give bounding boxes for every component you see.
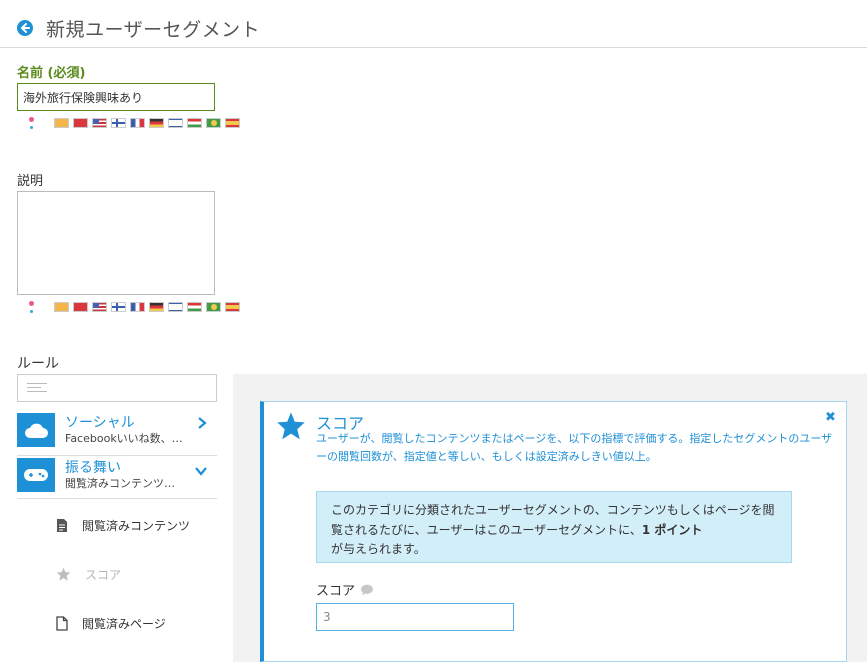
rules-label: ルール xyxy=(17,356,59,372)
document-icon xyxy=(57,518,67,532)
rule-category-social[interactable]: ソーシャル Facebookいいね数、… xyxy=(17,412,217,454)
star-icon xyxy=(56,567,71,581)
card-description: ユーザーが、閲覧したコンテンツまたはページを、以下の指標で評価する。指定したセグ… xyxy=(316,432,833,463)
category-title: ソーシャル xyxy=(65,415,135,431)
info-text: このカテゴリに分類されたユーザーセグメントの、コンテンツもしくはページを閲覧され… xyxy=(331,503,775,537)
info-box: このカテゴリに分類されたユーザーセグメントの、コンテンツもしくはページを閲覧され… xyxy=(316,491,792,563)
flag-us-icon[interactable] xyxy=(92,118,107,128)
flag-br-icon[interactable] xyxy=(206,118,221,128)
description-textarea[interactable] xyxy=(17,191,215,295)
category-title: 振る舞い xyxy=(65,460,121,476)
score-input[interactable] xyxy=(316,603,514,631)
rule-item-label: 閲覧済みページ xyxy=(82,616,166,631)
name-input[interactable] xyxy=(17,83,215,111)
flag-br-icon[interactable] xyxy=(206,302,221,312)
rule-item-score: スコア xyxy=(56,563,121,585)
back-arrow-icon[interactable] xyxy=(17,20,33,36)
info-points: 1 ポイント xyxy=(641,522,703,537)
flag-eu-icon[interactable] xyxy=(54,302,69,312)
flag-cn-icon[interactable] xyxy=(73,302,88,312)
language-jp-icon[interactable] xyxy=(24,116,38,130)
chevron-right-icon[interactable] xyxy=(197,414,207,433)
flag-fi-icon[interactable] xyxy=(111,118,126,128)
name-label: 名前 (必須) xyxy=(17,66,86,81)
flag-es-icon[interactable] xyxy=(225,118,240,128)
page-title: 新規ユーザーセグメント xyxy=(46,19,261,41)
cloud-icon xyxy=(17,413,55,447)
rule-category-behavior[interactable]: 振る舞い 閲覧済みコンテンツ… xyxy=(17,457,217,499)
category-list-divider xyxy=(17,498,217,499)
close-icon[interactable]: ✖ xyxy=(825,410,836,425)
language-jp-icon[interactable] xyxy=(24,300,38,314)
flag-il-icon[interactable] xyxy=(168,302,183,312)
rule-item-viewed-page[interactable]: 閲覧済みページ xyxy=(56,612,166,634)
rule-item-label: 閲覧済みコンテンツ xyxy=(82,518,191,533)
category-subtitle: 閲覧済みコンテンツ… xyxy=(65,477,175,490)
category-subtitle: Facebookいいね数、… xyxy=(65,432,183,445)
flag-hu-icon[interactable] xyxy=(187,118,202,128)
flag-fr-icon[interactable] xyxy=(130,302,145,312)
gamepad-icon xyxy=(17,458,55,492)
info-text-end: が与えられます。 xyxy=(331,542,426,556)
score-label: スコア xyxy=(316,584,356,599)
name-language-flags xyxy=(24,116,240,130)
rule-item-viewed-content[interactable]: 閲覧済みコンテンツ xyxy=(56,514,190,536)
flag-eu-icon[interactable] xyxy=(54,118,69,128)
header-divider xyxy=(0,47,867,48)
chevron-down-icon[interactable] xyxy=(195,461,207,480)
flag-de-icon[interactable] xyxy=(149,118,164,128)
flag-hu-icon[interactable] xyxy=(187,302,202,312)
flag-il-icon[interactable] xyxy=(168,118,183,128)
star-icon xyxy=(277,412,305,440)
flag-es-icon[interactable] xyxy=(225,302,240,312)
flag-fi-icon[interactable] xyxy=(111,302,126,312)
description-language-flags xyxy=(24,300,240,314)
flag-cn-icon[interactable] xyxy=(73,118,88,128)
flag-de-icon[interactable] xyxy=(149,302,164,312)
category-divider xyxy=(17,455,217,456)
rule-item-label: スコア xyxy=(85,567,122,582)
comment-icon[interactable] xyxy=(360,584,374,596)
flag-fr-icon[interactable] xyxy=(130,118,145,128)
description-label: 説明 xyxy=(17,174,44,189)
search-lines-icon xyxy=(27,383,47,395)
score-label-row: スコア xyxy=(316,580,374,599)
rules-search-input[interactable] xyxy=(17,374,217,402)
page-icon xyxy=(56,615,68,631)
flag-us-icon[interactable] xyxy=(92,302,107,312)
